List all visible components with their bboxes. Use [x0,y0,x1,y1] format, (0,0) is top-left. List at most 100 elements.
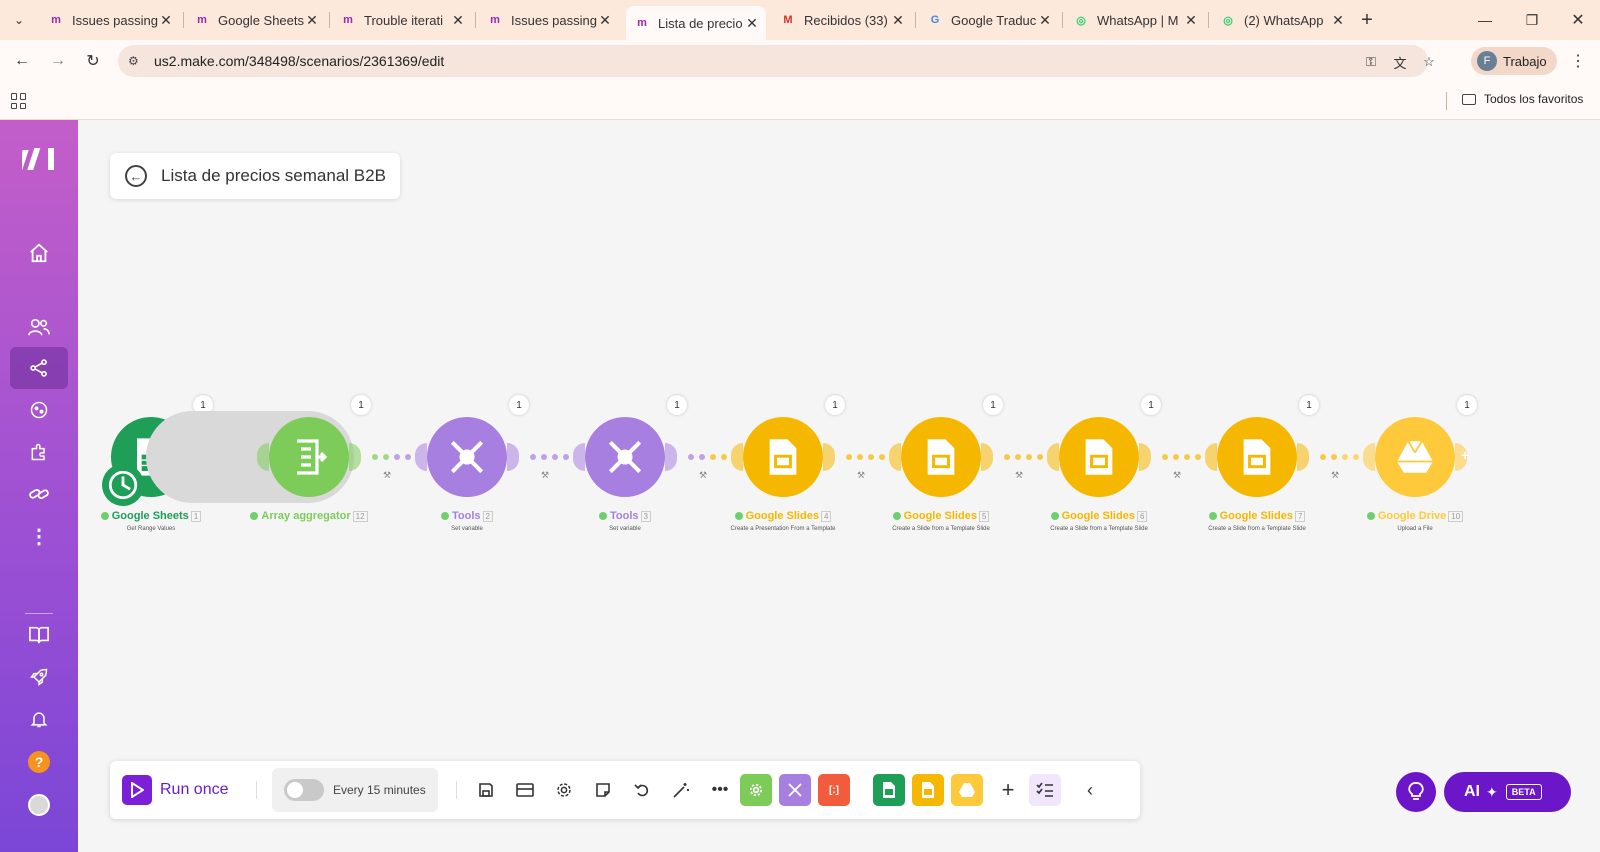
menu-icon[interactable]: ⋮ [1566,49,1590,73]
collapse-chevron-icon[interactable]: ‹ [1078,778,1102,802]
more-icon[interactable]: ⋮ [10,515,68,557]
operations-count-badge[interactable]: 1 [1141,395,1161,415]
module-connector-ear[interactable] [823,443,835,471]
module-connector-ear[interactable] [889,443,901,471]
module-connector-ear[interactable] [981,443,993,471]
module-slides[interactable] [743,417,823,497]
more-options-icon[interactable]: ••• [708,778,732,802]
module-aggregator[interactable] [269,417,349,497]
operations-count-badge[interactable]: 1 [509,395,529,415]
close-tab-icon[interactable]: ✕ [1330,12,1346,28]
close-tab-icon[interactable]: ✕ [597,12,613,28]
back-button[interactable]: ← [10,49,34,73]
close-tab-icon[interactable]: ✕ [158,12,174,28]
browser-tab[interactable]: ◎ (2) WhatsApp ✕ [1212,6,1352,34]
connections-icon[interactable] [10,473,68,515]
schedule-clock-icon[interactable] [102,464,144,506]
module-slides[interactable] [1217,417,1297,497]
module-drive[interactable] [1375,417,1455,497]
address-bar[interactable]: ⚙ us2.make.com/348498/scenarios/2361369/… [118,45,1435,77]
module-tools[interactable] [585,417,665,497]
browser-tab[interactable]: m Lista de precio ✕ [626,6,766,40]
tab-search-dropdown[interactable]: ⌄ [8,9,30,31]
close-tab-icon[interactable]: ✕ [890,12,906,28]
close-window-button[interactable]: ✕ [1566,8,1590,32]
forward-button[interactable]: → [46,49,70,73]
operations-count-badge[interactable]: 1 [667,395,687,415]
help-icon[interactable]: ? [10,741,68,783]
close-tab-icon[interactable]: ✕ [1037,12,1053,28]
operations-count-badge[interactable]: 1 [983,395,1003,415]
apps-icon[interactable] [11,93,27,109]
maximize-button[interactable]: ❐ [1520,8,1544,32]
module-connector-ear[interactable] [665,443,677,471]
browser-tab[interactable]: m Trouble iterati ✕ [332,6,472,34]
documentation-icon[interactable] [10,614,68,656]
make-logo-icon[interactable] [16,146,58,179]
filter-wrench-icon[interactable]: ⚒ [1331,470,1339,481]
module-connector-ear[interactable] [415,443,427,471]
filter-wrench-icon[interactable]: ⚒ [1015,470,1023,481]
add-icon[interactable]: + [996,777,1020,802]
operations-count-badge[interactable]: 1 [1299,395,1319,415]
profile-button[interactable]: F Trabajo [1471,47,1557,75]
all-bookmarks-button[interactable]: Todos los favoritos [1462,92,1583,106]
add-module-icon[interactable]: + [1461,447,1469,463]
scenarios-icon[interactable] [10,347,68,389]
operations-count-badge[interactable]: 1 [351,395,371,415]
google-slides-icon[interactable] [912,774,944,806]
scenario-canvas[interactable]: ← Lista de precios semanal B2B 1 Google S… [78,120,1600,852]
google-drive-icon[interactable] [951,774,983,806]
close-tab-icon[interactable]: ✕ [450,12,466,28]
rocket-icon[interactable] [10,656,68,698]
lightbulb-icon[interactable] [1396,772,1436,812]
ai-agents-icon[interactable] [10,389,68,431]
scheduling-icon[interactable] [513,778,537,802]
checklist-icon[interactable] [1029,774,1061,806]
filter-wrench-icon[interactable]: ⚒ [857,470,865,481]
module-connector-ear[interactable] [349,443,361,471]
filter-wrench-icon[interactable]: ⚒ [699,470,707,481]
ai-assistant-button[interactable]: AI ✦ BETA [1444,772,1571,812]
home-icon[interactable] [10,232,68,274]
notes-icon[interactable] [591,778,615,802]
schedule-control[interactable]: Every 15 minutes [272,768,438,812]
team-icon[interactable] [10,306,68,348]
auto-align-icon[interactable] [669,778,693,802]
module-connector-ear[interactable] [731,443,743,471]
module-connector-ear[interactable] [573,443,585,471]
module-tools[interactable] [427,417,507,497]
flow-control-icon[interactable] [740,774,772,806]
tools-icon[interactable] [779,774,811,806]
close-tab-icon[interactable]: ✕ [1183,12,1199,28]
site-info-icon[interactable]: ⚙ [128,54,148,68]
text-parser-icon[interactable]: [:] [818,774,850,806]
reload-button[interactable]: ↻ [81,49,105,73]
apps-puzzle-icon[interactable] [10,431,68,473]
browser-tab[interactable]: G Google Traduc ✕ [919,6,1059,34]
run-once-button[interactable]: Run once [122,775,229,805]
schedule-toggle[interactable] [284,779,324,801]
module-slides[interactable] [1059,417,1139,497]
module-connector-ear[interactable] [507,443,519,471]
close-tab-icon[interactable]: ✕ [744,15,760,31]
undo-icon[interactable] [630,778,654,802]
google-sheets-icon[interactable] [873,774,905,806]
browser-tab[interactable]: M Recibidos (33) ✕ [772,6,912,34]
close-tab-icon[interactable]: ✕ [304,12,320,28]
filter-wrench-icon[interactable]: ⚒ [1173,470,1181,481]
module-slides[interactable] [901,417,981,497]
translate-icon[interactable]: 文 [1389,51,1411,73]
browser-tab[interactable]: m Google Sheets ✕ [186,6,326,34]
key-icon[interactable]: ⚿ [1360,51,1382,73]
notifications-icon[interactable] [10,698,68,740]
browser-tab[interactable]: ◎ WhatsApp | M ✕ [1065,6,1205,34]
module-connector-ear[interactable] [1047,443,1059,471]
browser-tab[interactable]: m Issues passing ✕ [479,6,619,34]
settings-gear-icon[interactable] [552,778,576,802]
filter-wrench-icon[interactable]: ⚒ [541,470,549,481]
new-tab-button[interactable]: + [1355,8,1379,32]
browser-tab[interactable]: m Issues passing ✕ [40,6,180,34]
save-icon[interactable] [474,778,498,802]
operations-count-badge[interactable]: 1 [825,395,845,415]
